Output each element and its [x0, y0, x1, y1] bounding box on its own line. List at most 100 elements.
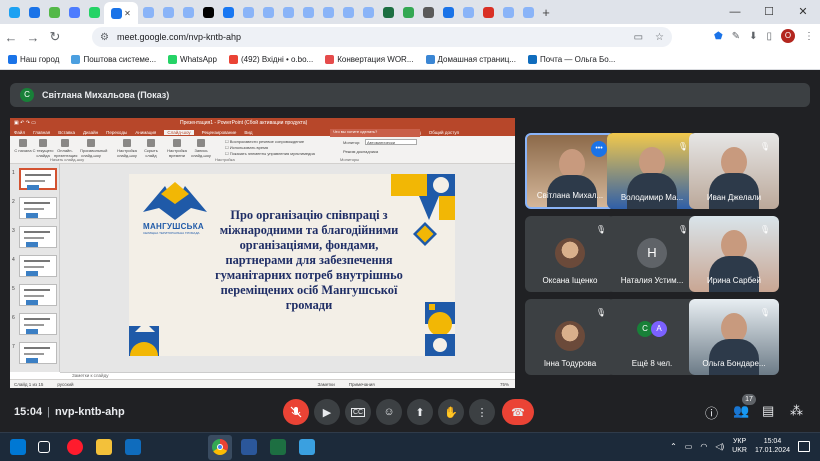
- profile-avatar[interactable]: O: [781, 29, 795, 43]
- presenter-chip[interactable]: С Світлана Михальова (Показ): [10, 83, 810, 107]
- browser-tab[interactable]: [44, 3, 64, 21]
- chat-icon[interactable]: ▤: [762, 403, 774, 419]
- ppt-menu-item[interactable]: Вставка: [58, 130, 75, 135]
- browser-tab[interactable]: [398, 3, 418, 21]
- minimize-icon[interactable]: —: [718, 0, 752, 24]
- browser-tab[interactable]: [418, 3, 438, 21]
- browser-tab[interactable]: [358, 3, 378, 21]
- close-window-icon[interactable]: ✕: [786, 0, 820, 24]
- ppt-menu-item[interactable]: Вид: [244, 130, 252, 135]
- slide-thumbnail[interactable]: [19, 255, 57, 277]
- tray-volume-icon[interactable]: ◁): [715, 442, 724, 451]
- browser-tab[interactable]: [218, 3, 238, 21]
- camera-button[interactable]: ▶: [314, 399, 340, 425]
- ribbon-monitor-select[interactable]: Автоматически: [365, 139, 417, 145]
- tile-options-button[interactable]: •••: [591, 141, 607, 157]
- bookmark-star-icon[interactable]: ☆: [655, 32, 664, 43]
- captions-button[interactable]: CC: [345, 399, 371, 425]
- browser-tab[interactable]: ✕: [104, 2, 138, 24]
- tray-network-icon[interactable]: ▭: [685, 442, 693, 451]
- tray-language[interactable]: УКР UKR: [732, 437, 747, 455]
- slide-thumbnail[interactable]: [19, 226, 57, 248]
- participant-tile[interactable]: 🎙 Ольга Бондаре...: [689, 299, 779, 375]
- extensions-icon[interactable]: ✎: [732, 31, 740, 42]
- browser-tab[interactable]: [258, 3, 278, 21]
- ppt-notes-pane[interactable]: Заметки к слайду: [60, 372, 515, 379]
- maximize-icon[interactable]: ☐: [752, 0, 786, 24]
- new-tab-button[interactable]: +: [538, 5, 554, 20]
- ppt-menu-item[interactable]: Анимация: [135, 130, 156, 135]
- status-notes-button[interactable]: Заметки: [318, 382, 335, 387]
- windows-start-icon[interactable]: [10, 439, 26, 455]
- more-options-button[interactable]: ⋮: [469, 399, 495, 425]
- participant-tile[interactable]: 🎙 Иван Джелали: [689, 133, 779, 209]
- ribbon-button[interactable]: С текущего слайда: [32, 139, 54, 158]
- bookmark-item[interactable]: Почта — Ольга Бо...: [527, 55, 615, 64]
- participant-tile[interactable]: С А Ещё 8 чел.: [607, 299, 697, 375]
- browser-tab[interactable]: [24, 3, 44, 21]
- ribbon-button[interactable]: Онлайн-презентация: [54, 139, 77, 158]
- task-view-icon[interactable]: [38, 441, 50, 453]
- status-comments-button[interactable]: Примечания: [349, 382, 375, 387]
- leave-call-button[interactable]: ☎: [502, 399, 534, 425]
- menu-dots-icon[interactable]: ⋮: [804, 31, 814, 42]
- forward-icon[interactable]: →: [22, 30, 44, 45]
- browser-tab[interactable]: [238, 3, 258, 21]
- browser-tab[interactable]: [4, 3, 24, 21]
- browser-tab[interactable]: [438, 3, 458, 21]
- side-panel-icon[interactable]: ▯: [766, 31, 772, 42]
- ppt-menu-item[interactable]: Дизайн: [83, 130, 98, 135]
- tab-close-icon[interactable]: ✕: [124, 9, 131, 18]
- ribbon-button[interactable]: Настройка времени: [166, 139, 188, 158]
- word-icon[interactable]: [241, 439, 257, 455]
- info-icon[interactable]: ⓘ: [705, 403, 718, 422]
- raise-hand-button[interactable]: ✋: [438, 399, 464, 425]
- bookmark-item[interactable]: (492) Вхідні • o.bo...: [228, 55, 313, 64]
- bookmark-item[interactable]: Наш город: [8, 55, 59, 64]
- slide-thumbnail[interactable]: [19, 313, 57, 335]
- ppt-menu-item[interactable]: Файл: [14, 130, 25, 135]
- ppt-share-button[interactable]: Общий доступ: [429, 130, 459, 135]
- browser-tab[interactable]: [178, 3, 198, 21]
- tray-clock[interactable]: 15:04 17.01.2024: [755, 437, 790, 455]
- browser-tab[interactable]: [378, 3, 398, 21]
- browser-tab[interactable]: [138, 3, 158, 21]
- present-button[interactable]: ⬆: [407, 399, 433, 425]
- mic-off-button[interactable]: [283, 399, 309, 425]
- browser-tab[interactable]: [518, 3, 538, 21]
- browser-tab[interactable]: [298, 3, 318, 21]
- notifications-icon[interactable]: [798, 441, 810, 452]
- ppt-menu-item[interactable]: Главная: [33, 130, 50, 135]
- browser-tab[interactable]: [158, 3, 178, 21]
- participant-tile[interactable]: ••• Світлана Михал...: [525, 133, 615, 209]
- browser-tab[interactable]: [64, 3, 84, 21]
- reactions-button[interactable]: ☺: [376, 399, 402, 425]
- browser-tab[interactable]: [198, 3, 218, 21]
- bookmark-item[interactable]: Конвертация WOR...: [325, 55, 414, 64]
- ppt-menu-item[interactable]: Рецензирование: [202, 130, 237, 135]
- bookmark-item[interactable]: Поштова системе...: [71, 55, 156, 64]
- people-icon[interactable]: 👥: [733, 403, 749, 419]
- slide-thumbnail[interactable]: [19, 197, 57, 219]
- tray-chevron-icon[interactable]: ⌃: [670, 442, 677, 451]
- ribbon-checkbox[interactable]: ☐ Использовать время: [225, 145, 268, 150]
- slide-thumbnail[interactable]: [19, 168, 57, 190]
- browser-tab[interactable]: [318, 3, 338, 21]
- bookmark-item[interactable]: WhatsApp: [168, 55, 217, 64]
- ribbon-checkbox[interactable]: ☐ Показать элементы управления мультимед…: [225, 151, 315, 156]
- participant-tile[interactable]: 🎙 Оксана Іщенко: [525, 216, 615, 292]
- ribbon-button[interactable]: Запись слайд-шоу: [190, 139, 212, 158]
- extension-shield-icon[interactable]: ⬟: [714, 31, 723, 42]
- participant-tile[interactable]: 🎙 Інна Тодурова: [525, 299, 615, 375]
- site-info-icon[interactable]: ⚙: [100, 32, 109, 43]
- browser-tab[interactable]: [338, 3, 358, 21]
- ppt-menu-item[interactable]: Переходы: [106, 130, 127, 135]
- excel-icon[interactable]: [270, 439, 286, 455]
- browser-tab[interactable]: [458, 3, 478, 21]
- ribbon-presenter-checkbox[interactable]: Режим докладчика: [343, 149, 378, 154]
- slide-thumbnail[interactable]: [19, 342, 57, 364]
- reload-icon[interactable]: ↻: [44, 29, 66, 45]
- address-bar[interactable]: ⚙ meet.google.com/nvp-kntb-ahp ▭ ☆: [92, 27, 672, 47]
- browser-tab[interactable]: [84, 3, 104, 21]
- ppt-menu-item[interactable]: Слайд-шоу: [164, 129, 194, 135]
